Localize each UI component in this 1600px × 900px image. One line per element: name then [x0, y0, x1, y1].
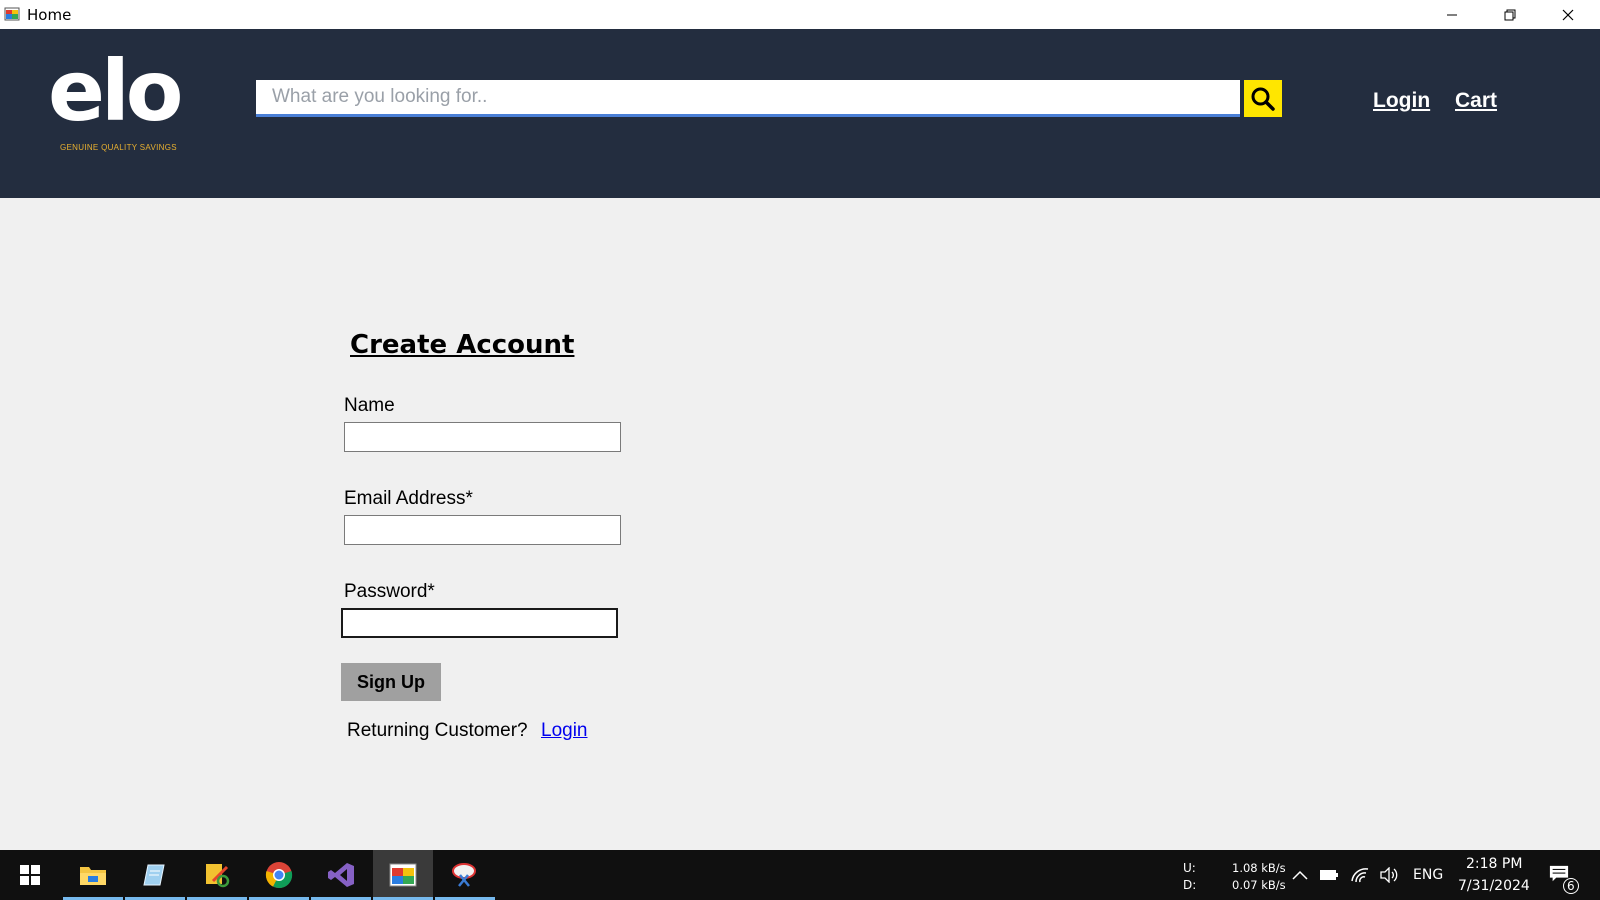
tools-icon	[206, 864, 230, 888]
search-icon	[1251, 87, 1275, 111]
taskbar-notepad[interactable]	[125, 850, 185, 900]
window-title: Home	[27, 6, 72, 24]
upload-speed: 1.08 kB/s	[1232, 861, 1286, 875]
logo-wordmark: elo	[48, 42, 183, 140]
wifi-icon	[1351, 868, 1369, 883]
download-label: D:	[1183, 878, 1197, 892]
start-button[interactable]	[10, 850, 50, 900]
volume-control[interactable]	[1379, 865, 1399, 885]
file-explorer-icon	[80, 867, 106, 885]
email-field[interactable]	[344, 515, 621, 545]
taskbar-tools[interactable]	[187, 850, 247, 900]
search-input[interactable]	[256, 80, 1240, 117]
search-button[interactable]	[1244, 80, 1282, 117]
site-header: elo GENUINE QUALITY SAVINGS Login Cart	[0, 29, 1600, 198]
download-speed: 0.07 kB/s	[1232, 878, 1286, 892]
taskbar-chrome[interactable]	[249, 850, 309, 900]
chrome-icon	[265, 862, 293, 889]
email-label: Email Address*	[344, 488, 473, 509]
visual-studio-icon	[328, 863, 354, 887]
taskbar-file-explorer[interactable]	[63, 850, 123, 900]
logo-tagline: GENUINE QUALITY SAVINGS	[60, 143, 177, 152]
upload-label: U:	[1183, 861, 1196, 875]
header-cart-link[interactable]: Cart	[1455, 89, 1497, 113]
snipping-tool-icon	[452, 863, 476, 887]
chevron-up-icon	[1292, 870, 1308, 880]
site-logo[interactable]: elo GENUINE QUALITY SAVINGS	[48, 42, 198, 152]
close-icon	[1562, 9, 1574, 20]
sign-up-button[interactable]: Sign Up	[341, 663, 441, 701]
windows-logo-icon	[20, 865, 40, 885]
close-button[interactable]	[1539, 0, 1597, 29]
speaker-icon	[1380, 867, 1398, 883]
header-login-link[interactable]: Login	[1373, 89, 1430, 113]
notification-badge: 6	[1563, 878, 1579, 894]
windows-taskbar: U: D: 1.08 kB/s 0.07 kB/s ENG 2:18 PM 7/…	[0, 850, 1600, 900]
winforms-app-icon	[389, 863, 417, 887]
clock-time[interactable]: 2:18 PM	[1466, 856, 1522, 872]
login-link[interactable]: Login	[541, 720, 588, 742]
network-status[interactable]	[1350, 865, 1370, 885]
restore-icon	[1504, 9, 1516, 20]
taskbar-snipping-tool[interactable]	[435, 850, 495, 900]
input-language[interactable]: ENG	[1413, 867, 1443, 883]
window-title-bar: Home	[0, 0, 1600, 29]
name-label: Name	[344, 395, 395, 416]
taskbar-visual-studio[interactable]	[311, 850, 371, 900]
restore-button[interactable]	[1481, 0, 1539, 29]
taskbar-winforms-app[interactable]	[373, 850, 433, 900]
show-hidden-icons-button[interactable]	[1290, 865, 1310, 885]
minimize-icon	[1447, 14, 1457, 15]
minimize-button[interactable]	[1423, 0, 1481, 29]
form-title: Create Account	[350, 330, 575, 360]
clock-date[interactable]: 7/31/2024	[1458, 878, 1530, 894]
name-field[interactable]	[344, 422, 621, 452]
returning-customer-text: Returning Customer?	[347, 720, 528, 741]
password-label: Password*	[344, 581, 435, 602]
notepad-icon	[143, 864, 165, 886]
password-field[interactable]	[341, 608, 618, 638]
battery-icon	[1320, 870, 1338, 880]
battery-status[interactable]	[1319, 865, 1339, 885]
app-icon	[4, 6, 20, 22]
